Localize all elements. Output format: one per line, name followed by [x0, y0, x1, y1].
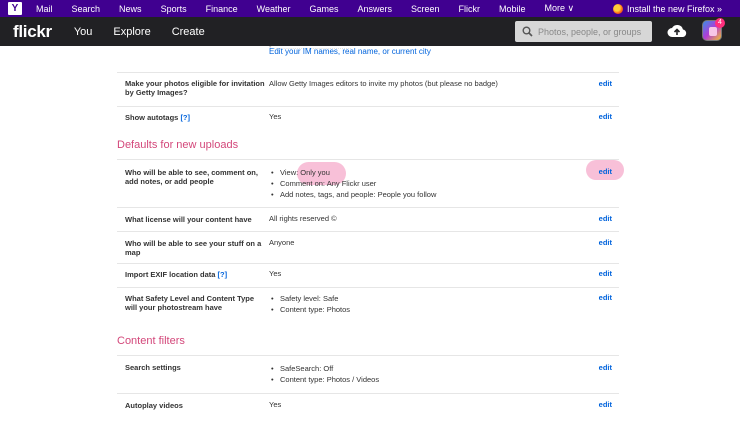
- setting-value: SafeSearch: Off Content type: Photos / V…: [269, 363, 379, 385]
- setting-value: Yes: [269, 112, 282, 121]
- list-item: Content type: Photos: [269, 304, 350, 315]
- yahoo-link-search[interactable]: Search: [72, 4, 101, 14]
- firefox-promo-link[interactable]: Install the new Firefox »: [612, 0, 722, 17]
- yahoo-link-weather[interactable]: Weather: [257, 4, 291, 14]
- section-title-uploads: Defaults for new uploads: [117, 139, 239, 151]
- flickr-logo[interactable]: flickr: [13, 22, 52, 42]
- section-title-filters: Content filters: [117, 335, 185, 347]
- setting-value: Yes: [269, 400, 282, 409]
- yahoo-link-mail[interactable]: Mail: [36, 4, 53, 14]
- yahoo-link-sports[interactable]: Sports: [161, 4, 187, 14]
- yahoo-link-more[interactable]: More ∨: [545, 3, 575, 14]
- list-item: Content type: Photos / Videos: [269, 374, 379, 385]
- yahoo-link-games[interactable]: Games: [309, 4, 338, 14]
- edit-link[interactable]: edit: [599, 293, 612, 302]
- edit-link[interactable]: edit: [599, 214, 612, 223]
- nav-create[interactable]: Create: [172, 26, 205, 38]
- setting-row-exif: Import EXIF location data [?] Yes edit: [117, 263, 619, 287]
- search-input[interactable]: [538, 26, 643, 37]
- setting-row-getty: Make your photos eligible for invitation…: [117, 72, 619, 106]
- setting-label: Who will be able to see your stuff on a …: [125, 239, 262, 257]
- setting-value: Allow Getty Images editors to invite my …: [269, 79, 498, 88]
- flickr-nav-bar: flickr You Explore Create 4: [0, 17, 740, 46]
- edit-link[interactable]: edit: [599, 400, 612, 409]
- yahoo-logo-icon[interactable]: Y: [8, 2, 22, 15]
- setting-row-map: Who will be able to see your stuff on a …: [117, 231, 619, 263]
- search-icon: [522, 26, 533, 37]
- nav-you[interactable]: You: [74, 26, 93, 38]
- edit-link[interactable]: edit: [599, 79, 612, 88]
- setting-label: Show autotags [?]: [125, 113, 191, 122]
- setting-value: Safety level: Safe Content type: Photos: [269, 293, 350, 315]
- edit-link[interactable]: edit: [599, 167, 612, 176]
- firefox-icon: [612, 3, 623, 14]
- list-item: View: Only you: [269, 167, 436, 178]
- setting-value: View: Only you Comment on: Any Flickr us…: [269, 167, 436, 200]
- setting-label: Search settings: [125, 363, 181, 372]
- upload-cloud-icon[interactable]: [667, 23, 687, 38]
- yahoo-link-finance[interactable]: Finance: [206, 4, 238, 14]
- setting-label: Autoplay videos: [125, 401, 183, 410]
- list-item: Comment on: Any Flickr user: [269, 178, 436, 189]
- edit-im-names-link[interactable]: Edit your IM names, real name, or curren…: [269, 47, 431, 56]
- notification-badge[interactable]: 4: [715, 18, 725, 28]
- list-item: Safety level: Safe: [269, 293, 350, 304]
- edit-link[interactable]: edit: [599, 269, 612, 278]
- help-link[interactable]: [?]: [218, 270, 228, 279]
- setting-label: Import EXIF location data [?]: [125, 270, 228, 279]
- nav-explore[interactable]: Explore: [113, 26, 150, 38]
- yahoo-link-news[interactable]: News: [119, 4, 142, 14]
- flickr-main-nav: You Explore Create: [74, 26, 226, 38]
- setting-label: What license will your content have: [125, 215, 252, 224]
- search-box[interactable]: [515, 21, 652, 42]
- yahoo-link-mobile[interactable]: Mobile: [499, 4, 526, 14]
- yahoo-top-bar: Y Mail Search News Sports Finance Weathe…: [0, 0, 740, 17]
- yahoo-link-answers[interactable]: Answers: [357, 4, 392, 14]
- setting-row-search: Search settings SafeSearch: Off Content …: [117, 355, 619, 393]
- list-item: Add notes, tags, and people: People you …: [269, 189, 436, 200]
- yahoo-link-screen[interactable]: Screen: [411, 4, 440, 14]
- list-item: SafeSearch: Off: [269, 363, 379, 374]
- edit-link[interactable]: edit: [599, 363, 612, 372]
- setting-value: Yes: [269, 269, 282, 278]
- yahoo-link-flickr[interactable]: Flickr: [459, 4, 481, 14]
- setting-label: What Safety Level and Content Type will …: [125, 294, 255, 312]
- setting-label: Make your photos eligible for invitation…: [125, 79, 265, 97]
- setting-row-autotags: Show autotags [?] Yes edit: [117, 106, 619, 132]
- yahoo-links: Mail Search News Sports Finance Weather …: [36, 3, 574, 14]
- setting-value: All rights reserved ©: [269, 214, 337, 223]
- setting-value: Anyone: [269, 238, 295, 247]
- help-link[interactable]: [?]: [180, 113, 190, 122]
- edit-link[interactable]: edit: [599, 112, 612, 121]
- setting-label: Who will be able to see, comment on, add…: [125, 168, 258, 186]
- setting-row-safety: What Safety Level and Content Type will …: [117, 287, 619, 323]
- setting-row-permissions: Who will be able to see, comment on, add…: [117, 159, 619, 207]
- setting-row-autoplay: Autoplay videos Yes edit: [117, 393, 619, 419]
- setting-row-license: What license will your content have All …: [117, 207, 619, 231]
- edit-link[interactable]: edit: [599, 238, 612, 247]
- firefox-promo-label: Install the new Firefox »: [626, 3, 722, 14]
